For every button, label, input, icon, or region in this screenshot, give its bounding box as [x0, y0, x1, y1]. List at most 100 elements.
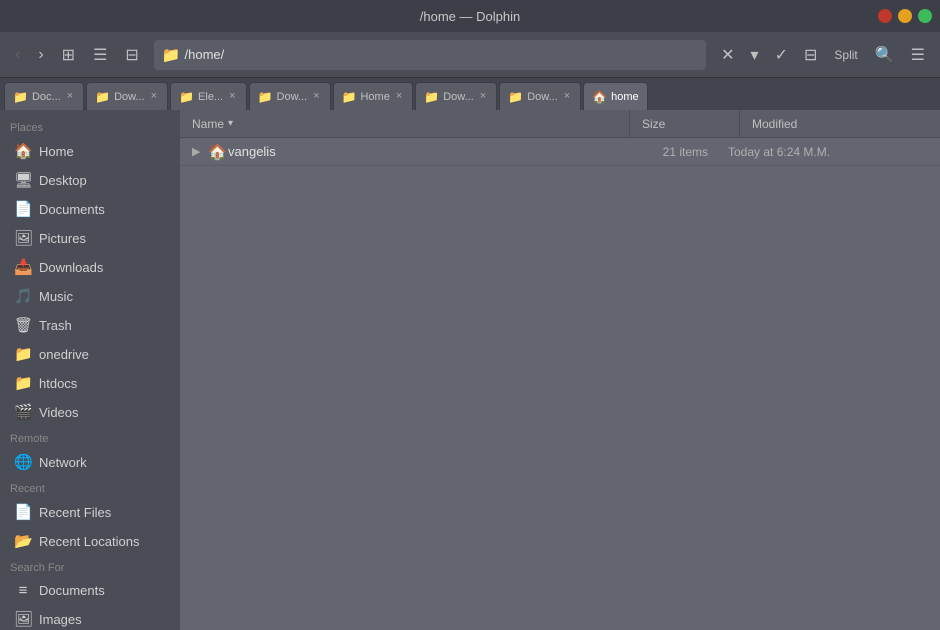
details-button[interactable]: ⊟ [797, 40, 824, 70]
file-icon: 🏠 [208, 143, 228, 161]
search-documents-icon: ≡ [14, 582, 32, 599]
sidebar-item-recent-files[interactable]: 📄 Recent Files [4, 498, 176, 526]
list-view-button[interactable]: ☰ [86, 40, 114, 70]
expand-arrow-icon[interactable]: ▶ [192, 145, 208, 158]
sidebar-item-music[interactable]: 🎵 Music [4, 282, 176, 310]
music-icon: 🎵 [14, 287, 32, 305]
tab-folder-icon: 📁 [342, 90, 357, 104]
tab-close-button[interactable]: × [478, 91, 488, 102]
size-column-header[interactable]: Size [630, 110, 740, 137]
sidebar-item-label-recent-locations: Recent Locations [39, 534, 139, 549]
recent-label: Recent [0, 477, 180, 497]
tab-close-button[interactable]: × [149, 91, 159, 102]
clear-address-button[interactable]: ✕ [714, 40, 741, 70]
recent-files-icon: 📄 [14, 503, 32, 521]
sidebar-item-label-htdocs: htdocs [39, 376, 77, 391]
maximize-button[interactable] [918, 9, 932, 23]
window-controls [878, 9, 932, 23]
videos-icon: 🎬 [14, 403, 32, 421]
address-dropdown-button[interactable]: ▾ [744, 40, 766, 70]
sidebar-item-trash[interactable]: 🗑Trash [4, 311, 176, 339]
tab-ele[interactable]: 📁Ele...× [170, 82, 246, 110]
table-row[interactable]: ▶🏠vangelis21 itemsToday at 6:24 M.M. [180, 138, 940, 166]
tab-close-button[interactable]: × [311, 91, 321, 102]
window-title: /home — Dolphin [420, 9, 520, 24]
tab-close-button[interactable]: × [394, 91, 404, 102]
remote-label: Remote [0, 427, 180, 447]
confirm-button[interactable]: ✓ [768, 40, 795, 70]
sidebar-item-label-pictures: Pictures [39, 231, 86, 246]
tab-dow4[interactable]: 📁 Dow... × [499, 82, 581, 110]
tab-close-button[interactable]: × [227, 91, 237, 102]
tab-label: Dow... [527, 91, 558, 103]
sidebar-item-label-trash: Trash [39, 318, 72, 333]
tab-dow2[interactable]: 📁 Dow...× [249, 82, 331, 110]
tab-label: Dow... [114, 91, 145, 103]
documents-icon: 📄 [14, 200, 32, 218]
toolbar-right: ✕ ▾ ✓ ⊟ Split 🔍 ☰ [714, 40, 932, 70]
sidebar-item-label-recent-files: Recent Files [39, 505, 111, 520]
search-icon: 🔍 [875, 45, 895, 65]
tab-folder-icon: 📁 [258, 90, 273, 104]
modified-column-header[interactable]: Modified [740, 110, 940, 137]
tab-bar: 📁Doc...×📁Dow...×📁Ele...×📁Dow...×📁Home×📁D… [0, 78, 940, 110]
hamburger-icon: ☰ [911, 45, 925, 65]
htdocs-icon: 📁 [14, 374, 32, 392]
sidebar-item-label-music: Music [39, 289, 73, 304]
tab-folder-icon: 🏠 [592, 90, 607, 104]
tab-folder-icon: 📁 [13, 90, 28, 104]
sidebar-item-search-documents[interactable]: ≡Documents [4, 577, 176, 604]
downloads-icon: 📥 [14, 258, 32, 276]
minimize-button[interactable] [898, 9, 912, 23]
sidebar-item-desktop[interactable]: 🖥Desktop [4, 166, 176, 194]
sidebar-item-label-desktop: Desktop [39, 173, 87, 188]
tab-folder-icon: 📁 [508, 90, 523, 104]
tab-dow1[interactable]: 📁Dow...× [86, 82, 168, 110]
tab-close-button[interactable]: × [562, 91, 572, 102]
sidebar-item-onedrive[interactable]: 📁 onedrive [4, 340, 176, 368]
search-button[interactable]: 🔍 [868, 40, 902, 70]
address-folder-icon: 📁 [162, 46, 181, 64]
tab-label: Dow... [277, 91, 308, 103]
onedrive-icon: 📁 [14, 345, 32, 363]
sidebar-item-label-onedrive: onedrive [39, 347, 89, 362]
sidebar-item-network[interactable]: 🌐 Network [4, 448, 176, 476]
name-column-header[interactable]: Name ▾ [180, 110, 630, 137]
sidebar-item-home[interactable]: 🏠Home [4, 137, 176, 165]
back-button[interactable]: ‹ [8, 41, 27, 69]
tab-homeActive[interactable]: 🏠home [583, 82, 647, 110]
file-area: Name ▾ Size Modified ▶🏠vangelis21 itemsT… [180, 110, 940, 630]
sidebar-item-search-images[interactable]: 🖼Images [4, 605, 176, 630]
file-modified: Today at 6:24 M.M. [728, 145, 928, 159]
sidebar-item-pictures[interactable]: 🖼 Pictures [4, 224, 176, 252]
file-list: ▶🏠vangelis21 itemsToday at 6:24 M.M. [180, 138, 940, 630]
tab-label: Doc... [32, 91, 61, 103]
sidebar-item-label-search-images: Images [39, 612, 82, 627]
close-button[interactable] [878, 9, 892, 23]
sidebar: Places 🏠Home🖥Desktop📄Documents🖼Pictures📥… [0, 110, 180, 630]
pictures-icon: 🖼 [14, 229, 32, 247]
list-icon: ☰ [93, 45, 107, 65]
sidebar-item-label-network: Network [39, 455, 87, 470]
tab-folder-icon: 📁 [424, 90, 439, 104]
address-bar[interactable]: 📁 /home/ [154, 40, 706, 70]
sidebar-item-downloads[interactable]: 📥Downloads [4, 253, 176, 281]
toolbar: ‹ › ⊞ ☰ ⊟ 📁 /home/ ✕ ▾ ✓ ⊟ Split 🔍 ☰ [0, 32, 940, 78]
sidebar-item-htdocs[interactable]: 📁 htdocs [4, 369, 176, 397]
tab-close-button[interactable]: × [65, 91, 75, 102]
sidebar-item-videos[interactable]: 🎬Videos [4, 398, 176, 426]
sidebar-item-documents[interactable]: 📄Documents [4, 195, 176, 223]
tab-home[interactable]: 📁Home × [333, 82, 414, 110]
compact-icon: ⊟ [125, 45, 138, 65]
tab-label: Home [360, 91, 389, 103]
tab-dow3[interactable]: 📁Dow...× [415, 82, 497, 110]
network-icon: 🌐 [14, 453, 32, 471]
tab-doc[interactable]: 📁 Doc... × [4, 82, 84, 110]
sidebar-item-recent-locations[interactable]: 📂Recent Locations [4, 527, 176, 555]
icon-view-button[interactable]: ⊞ [55, 40, 82, 70]
split-button[interactable]: Split [826, 44, 865, 66]
menu-button[interactable]: ☰ [904, 40, 932, 70]
forward-button[interactable]: › [31, 41, 50, 69]
search-for-label: Search For [0, 556, 180, 576]
compact-view-button[interactable]: ⊟ [118, 40, 145, 70]
